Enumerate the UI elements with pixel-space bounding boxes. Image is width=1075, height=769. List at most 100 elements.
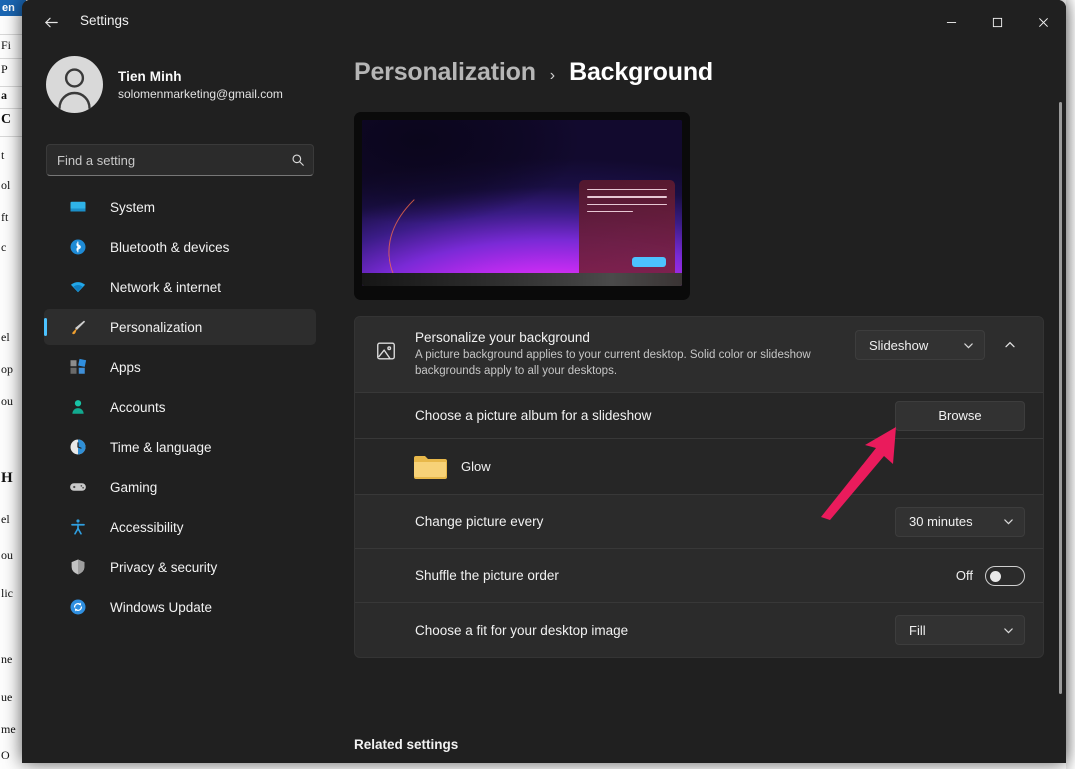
related-settings-heading: Related settings	[354, 737, 459, 752]
bg-fragment: el	[1, 330, 10, 344]
search-box[interactable]	[46, 144, 314, 176]
sidebar-item-system[interactable]: System	[44, 189, 316, 225]
preview-dialog-button	[632, 256, 666, 267]
sidebar-item-label: Gaming	[110, 479, 158, 495]
clock-icon	[68, 437, 88, 457]
toggle-knob	[990, 570, 1001, 582]
bg-fragment: ou	[1, 548, 13, 562]
update-refresh-icon	[68, 597, 88, 617]
background-right-strip	[1066, 0, 1075, 769]
sidebar: Tien Minh solomenmarketing@gmail.com Sys…	[22, 44, 332, 763]
shuffle-state-label: Off	[955, 568, 973, 584]
preview-screen	[362, 120, 682, 286]
preview-taskbar	[362, 273, 682, 286]
window-title: Settings	[80, 13, 129, 28]
accessibility-icon	[68, 517, 88, 537]
search-icon	[283, 153, 313, 167]
change-picture-interval-row: Change picture every 30 minutes	[355, 495, 1043, 550]
bg-fragment: ne	[1, 652, 13, 666]
sidebar-item-accessibility[interactable]: Accessibility	[44, 509, 316, 545]
bg-fragment: ol	[1, 178, 11, 192]
account-name: Tien Minh	[118, 68, 182, 84]
bg-fragment: H	[1, 470, 13, 486]
sidebar-item-label: System	[110, 199, 156, 215]
image-fit-dropdown[interactable]: Fill	[895, 615, 1025, 646]
bg-fragment: t	[1, 148, 5, 162]
sidebar-item-label: Time & language	[110, 439, 212, 455]
selected-album-row[interactable]: Glow	[355, 439, 1043, 496]
picture-interval-dropdown[interactable]: 30 minutes	[895, 506, 1025, 537]
background-settings-card: Personalize your background A picture ba…	[354, 316, 1044, 659]
sidebar-item-label: Network & internet	[110, 279, 222, 295]
bg-fragment: me	[1, 722, 16, 736]
sidebar-item-windows-update[interactable]: Windows Update	[44, 589, 316, 625]
bg-fragment: ue	[1, 690, 13, 704]
shuffle-toggle[interactable]	[985, 565, 1025, 586]
sidebar-item-personalization[interactable]: Personalization	[44, 309, 316, 345]
chevron-down-icon	[1003, 625, 1014, 636]
monitor-icon	[68, 197, 88, 217]
gamepad-icon	[68, 477, 88, 497]
sidebar-item-label: Bluetooth & devices	[110, 239, 230, 255]
row-title: Shuffle the picture order	[415, 568, 559, 584]
sidebar-item-bluetooth-devices[interactable]: Bluetooth & devices	[44, 229, 316, 265]
bg-fragment: O	[1, 748, 10, 762]
bg-fragment: C	[1, 112, 12, 127]
page-title: Background	[569, 58, 713, 86]
browse-button[interactable]: Browse	[895, 400, 1025, 431]
sidebar-item-apps[interactable]: Apps	[44, 349, 316, 385]
sidebar-item-label: Windows Update	[110, 599, 213, 615]
album-folder-name: Glow	[461, 459, 491, 475]
shield-icon	[68, 557, 88, 577]
picture-interval-value: 30 minutes	[909, 514, 973, 530]
preview-dialog-mock	[579, 179, 675, 280]
sidebar-item-label: Accessibility	[110, 519, 184, 535]
sidebar-item-label: Apps	[110, 359, 141, 375]
bg-fragment: ft	[1, 210, 9, 224]
sidebar-item-accounts[interactable]: Accounts	[44, 389, 316, 425]
close-button[interactable]	[1020, 0, 1066, 44]
search-input[interactable]	[47, 152, 283, 168]
apps-grid-icon	[68, 357, 88, 377]
chevron-right-icon: ›	[549, 67, 556, 84]
shuffle-toggle-wrap: Off	[955, 565, 1025, 586]
bg-fragment: Fi	[1, 38, 12, 52]
minimize-button[interactable]	[928, 0, 974, 44]
row-description: A picture background applies to your cur…	[415, 349, 811, 377]
sidebar-item-label: Privacy & security	[110, 559, 218, 575]
content-pane: Personalization › Background Personalize…	[332, 44, 1066, 763]
chevron-down-icon	[1003, 516, 1014, 527]
chevron-down-icon	[963, 340, 974, 351]
maximize-button[interactable]	[974, 0, 1020, 44]
person-icon	[68, 397, 88, 417]
folder-icon	[413, 453, 447, 481]
desktop-preview	[354, 112, 690, 300]
bg-fragment: a	[1, 88, 7, 102]
bg-fragment: lic	[1, 586, 13, 600]
window-controls	[928, 0, 1066, 44]
sidebar-item-gaming[interactable]: Gaming	[44, 469, 316, 505]
bg-fragment: ou	[1, 394, 13, 408]
wifi-icon	[68, 277, 88, 297]
choose-album-row: Choose a picture album for a slideshow B…	[355, 393, 1043, 440]
sidebar-item-time-language[interactable]: Time & language	[44, 429, 316, 465]
sidebar-item-label: Accounts	[110, 399, 166, 415]
collapse-section-button[interactable]	[995, 330, 1025, 360]
sidebar-nav: System Bluetooth & devices Network & int…	[44, 189, 316, 629]
back-button[interactable]	[34, 6, 68, 38]
picture-frame-icon	[373, 338, 399, 364]
content-scrollbar[interactable]	[1059, 102, 1062, 694]
sidebar-item-network-internet[interactable]: Network & internet	[44, 269, 316, 305]
sidebar-item-label: Personalization	[110, 319, 203, 335]
paintbrush-icon	[68, 317, 88, 337]
bg-fragment: el	[1, 512, 10, 526]
sidebar-item-privacy-security[interactable]: Privacy & security	[44, 549, 316, 585]
account-card[interactable]: Tien Minh solomenmarketing@gmail.com	[46, 56, 283, 113]
background-type-dropdown[interactable]: Slideshow	[855, 330, 985, 360]
bg-fragment: P	[1, 62, 8, 76]
account-email: solomenmarketing@gmail.com	[118, 86, 283, 101]
breadcrumb-parent[interactable]: Personalization	[354, 58, 536, 87]
row-title: Change picture every	[415, 514, 544, 530]
bluetooth-icon	[68, 237, 88, 257]
image-fit-value: Fill	[909, 622, 926, 638]
